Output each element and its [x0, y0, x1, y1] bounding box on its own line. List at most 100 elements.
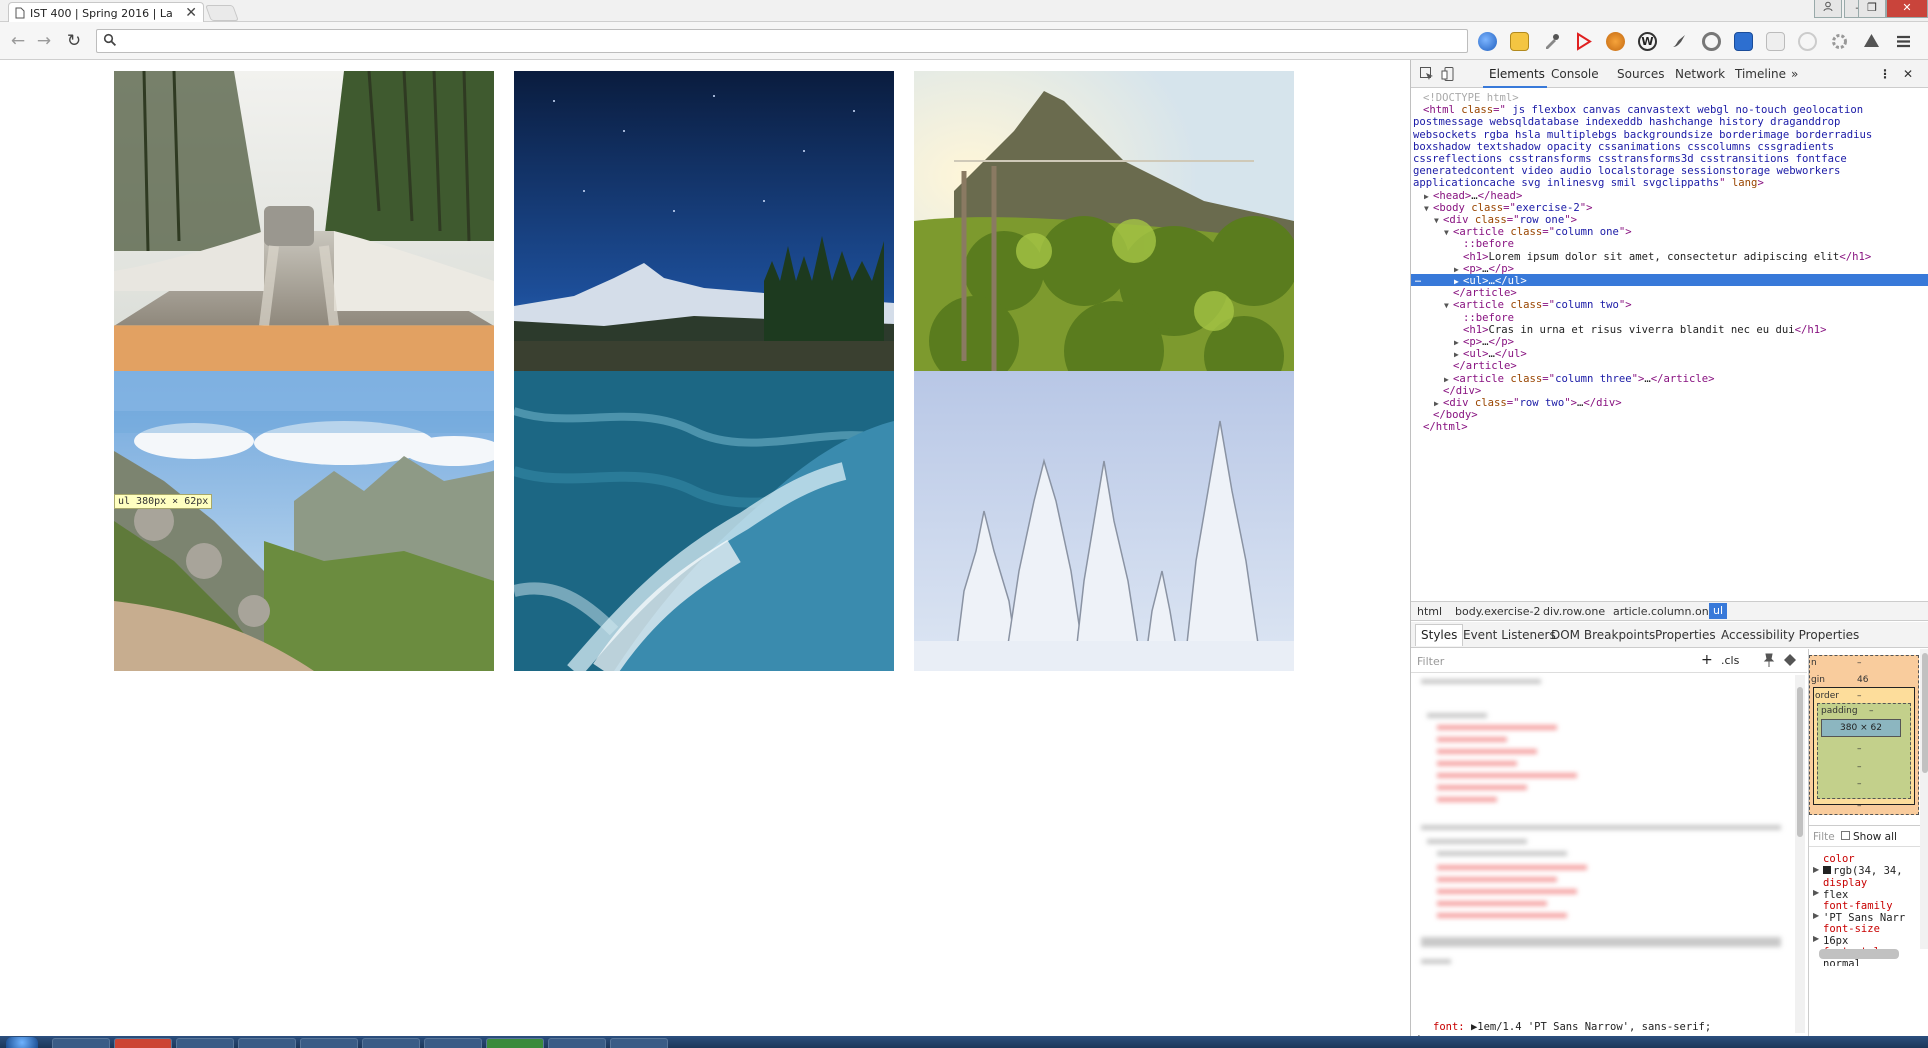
tab-console[interactable]: Console: [1551, 67, 1599, 81]
taskbar-item[interactable]: [300, 1038, 358, 1048]
breadcrumb-ul[interactable]: ul: [1709, 603, 1727, 619]
extension-grid-icon[interactable]: [1734, 32, 1753, 51]
computed-filter-row: Filte Show all: [1809, 825, 1928, 847]
element-size-tooltip: ul 380px × 62px: [114, 494, 213, 509]
window-user-button[interactable]: [1814, 0, 1842, 18]
expand-triangle-icon[interactable]: ▶: [1813, 934, 1819, 943]
expand-triangle-icon[interactable]: ▶: [1813, 911, 1819, 920]
show-all-checkbox[interactable]: [1841, 831, 1850, 840]
extension-eyedropper-icon[interactable]: [1542, 32, 1561, 51]
extension-w-icon[interactable]: W: [1638, 32, 1657, 51]
taskbar-item[interactable]: [52, 1038, 110, 1048]
extension-disabled-icon[interactable]: [1798, 32, 1817, 51]
box-pane-hscroll[interactable]: [1819, 949, 1899, 959]
font-property-name: font:: [1433, 1021, 1465, 1033]
color-format-icon[interactable]: [1783, 653, 1797, 670]
extension-folder-icon[interactable]: [1510, 32, 1529, 51]
box-content: 380 × 62: [1821, 719, 1901, 737]
tab-title: IST 400 | Spring 2016 | La: [30, 6, 173, 20]
collapse-triangle-icon[interactable]: ▼: [1444, 299, 1449, 313]
computed-color[interactable]: color rgb(34, 34,: [1823, 853, 1903, 877]
box-position-dash: –: [1857, 658, 1862, 668]
forward-button[interactable]: →: [34, 31, 54, 51]
styles-filter-input[interactable]: Filter: [1417, 655, 1444, 668]
computed-display[interactable]: display flex: [1823, 877, 1867, 901]
margin-highlight: [114, 325, 494, 371]
computed-font-family[interactable]: font-family 'PT Sans Narr: [1823, 900, 1905, 924]
active-tab-indicator: [1483, 86, 1547, 88]
taskbar-item[interactable]: [114, 1038, 172, 1048]
taskbar-item[interactable]: [610, 1038, 668, 1048]
new-style-rule-button[interactable]: +: [1701, 652, 1713, 668]
address-bar[interactable]: [96, 29, 1468, 53]
subtab-accessibility[interactable]: Accessibility Properties: [1721, 628, 1859, 642]
tab-close-icon[interactable]: ✕: [185, 5, 197, 21]
photo-night-mountain: [514, 71, 894, 371]
selection-marker: …: [1415, 274, 1422, 285]
collapse-triangle-icon[interactable]: ▼: [1434, 214, 1439, 228]
breadcrumb-div[interactable]: div.row.one: [1543, 605, 1605, 618]
browser-tab-active[interactable]: IST 400 | Spring 2016 | La ✕: [8, 2, 204, 23]
taskbar-item[interactable]: [548, 1038, 606, 1048]
more-tabs-icon[interactable]: »: [1791, 67, 1798, 81]
font-shorthand-declaration[interactable]: font: ▶1em/1.4 'PT Sans Narrow', sans-se…: [1433, 1021, 1711, 1033]
expand-triangle-icon[interactable]: ▶: [1813, 865, 1819, 874]
tab-sources[interactable]: Sources: [1617, 67, 1664, 81]
breadcrumb-body[interactable]: body.exercise-2: [1455, 605, 1541, 618]
box-pane-scrollbar[interactable]: [1920, 649, 1928, 949]
back-button[interactable]: ←: [8, 31, 28, 51]
dom-node[interactable]: ▶ <article class="column three">…</articl…: [1444, 372, 1715, 386]
dom-node[interactable]: </html>: [1423, 420, 1468, 434]
box-position-bottom: –: [1857, 801, 1862, 811]
extension-globe-icon[interactable]: [1478, 32, 1497, 51]
tab-strip: IST 400 | Spring 2016 | La ✕ – ❐ ✕: [0, 0, 1928, 23]
devtools-tabbar: Elements Console Sources Network Timelin…: [1411, 60, 1928, 88]
taskbar-item[interactable]: [486, 1038, 544, 1048]
devtools-menu-icon[interactable]: ⋮: [1879, 67, 1891, 81]
taskbar-item[interactable]: [176, 1038, 234, 1048]
page-icon: [15, 7, 25, 19]
subtab-event-listeners[interactable]: Event Listeners: [1463, 628, 1556, 642]
dom-tree[interactable]: … <!DOCTYPE html> <html class=" js flexbo…: [1411, 90, 1928, 600]
computed-filter-input[interactable]: Filte: [1813, 831, 1835, 843]
taskbar-item[interactable]: [238, 1038, 296, 1048]
extension-drive-icon[interactable]: [1862, 32, 1881, 51]
collapse-triangle-icon[interactable]: ▼: [1424, 202, 1429, 216]
box-margin-value: 46: [1857, 675, 1869, 685]
inspect-element-icon[interactable]: [1419, 66, 1435, 82]
maximize-button[interactable]: ❐: [1858, 0, 1886, 18]
extension-brush-icon[interactable]: [1670, 32, 1689, 51]
expand-triangle-icon[interactable]: ▶: [1813, 888, 1819, 897]
collapse-triangle-icon[interactable]: ▼: [1444, 226, 1449, 240]
devtools-close-icon[interactable]: ✕: [1903, 67, 1913, 81]
pin-icon[interactable]: [1763, 653, 1775, 670]
tab-elements[interactable]: Elements: [1489, 67, 1545, 81]
extension-page-icon[interactable]: [1766, 32, 1785, 51]
subtab-properties[interactable]: Properties: [1655, 628, 1716, 642]
new-tab-button[interactable]: [205, 5, 239, 21]
chrome-menu-icon[interactable]: [1894, 32, 1913, 51]
tab-timeline[interactable]: Timeline: [1735, 67, 1786, 81]
reload-button[interactable]: ↻: [64, 31, 84, 51]
subtab-styles[interactable]: Styles: [1415, 624, 1464, 646]
start-button[interactable]: [6, 1037, 38, 1048]
box-border-dash: –: [1857, 691, 1862, 701]
class-toggle-button[interactable]: .cls: [1721, 654, 1739, 667]
dom-node[interactable]: <h1>Lorem ipsum dolor sit amet, consecte…: [1463, 250, 1871, 264]
extension-cookie-icon[interactable]: [1606, 32, 1625, 51]
dom-node[interactable]: <h1>Cras in urna et risus viverra blandi…: [1463, 323, 1827, 337]
extension-gear-icon[interactable]: [1830, 32, 1849, 51]
device-mode-icon[interactable]: [1441, 66, 1457, 82]
window-close-button[interactable]: ✕: [1886, 0, 1928, 18]
styles-scrollbar[interactable]: [1795, 675, 1805, 1033]
breadcrumb-html[interactable]: html: [1417, 605, 1442, 618]
breadcrumb-article[interactable]: article.column.one: [1613, 605, 1715, 618]
tab-network[interactable]: Network: [1675, 67, 1725, 81]
box-margin-bottom: –: [1857, 779, 1862, 789]
extension-circle-icon[interactable]: [1702, 32, 1721, 51]
taskbar-item[interactable]: [424, 1038, 482, 1048]
computed-font-size[interactable]: font-size 16px: [1823, 923, 1880, 947]
extension-play-icon[interactable]: [1574, 32, 1593, 51]
taskbar-item[interactable]: [362, 1038, 420, 1048]
subtab-dom-breakpoints[interactable]: DOM Breakpoints: [1551, 628, 1655, 642]
